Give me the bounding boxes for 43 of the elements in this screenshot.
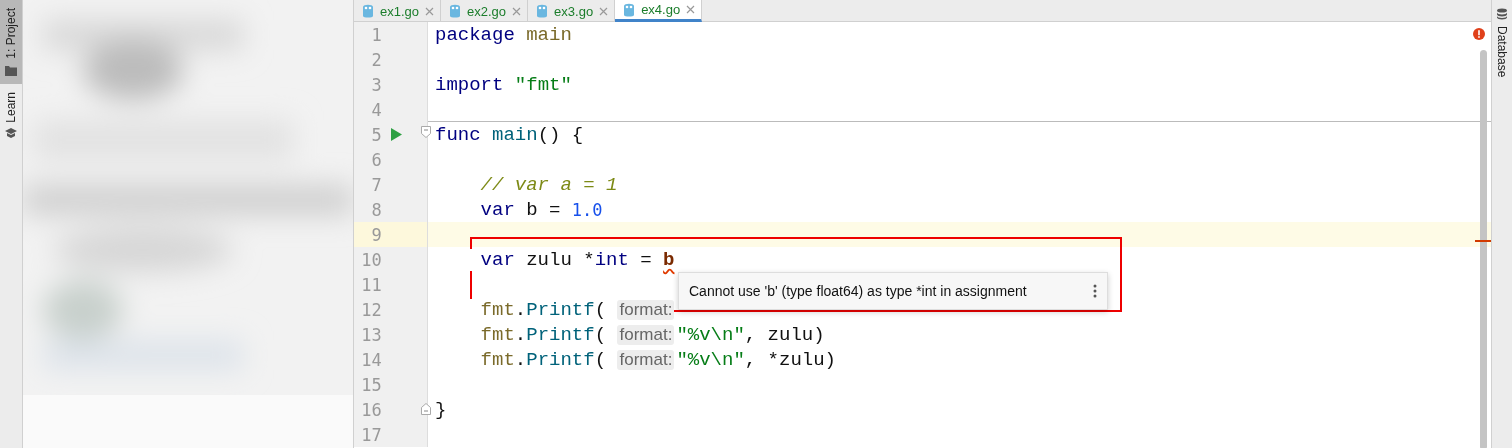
editor-tab[interactable]: ex2.go [441, 0, 529, 22]
error-message: Cannot use 'b' (type float64) as type *int in assignment [689, 283, 1027, 299]
line-number: 6 [370, 149, 382, 170]
line-number: 15 [360, 374, 382, 395]
line-number: 2 [370, 49, 382, 70]
line-number: 12 [360, 299, 382, 320]
line-number: 7 [370, 174, 382, 195]
line-number: 9 [370, 224, 382, 245]
line-number: 3 [370, 74, 382, 95]
more-icon[interactable] [1093, 284, 1097, 298]
database-icon [1496, 8, 1508, 20]
close-icon[interactable] [686, 5, 696, 14]
editor-tab[interactable]: ex4.go [615, 0, 703, 22]
fold-icon[interactable] [420, 126, 431, 138]
line-number: 8 [370, 199, 382, 220]
line-number: 17 [360, 424, 382, 445]
close-icon[interactable] [425, 6, 435, 16]
parameter-hint: format: [617, 324, 675, 345]
line-number: 5 [370, 124, 382, 145]
scrollbar-thumb[interactable] [1480, 50, 1487, 448]
gopher-icon [623, 2, 636, 17]
tool-window-button[interactable]: Learn [0, 83, 22, 148]
folder-icon [5, 64, 17, 76]
line-number: 4 [370, 99, 382, 120]
parameter-hint: format: [617, 349, 675, 370]
line-number: 13 [360, 324, 382, 345]
gopher-icon [449, 4, 462, 18]
close-icon[interactable] [512, 6, 522, 16]
close-icon[interactable] [599, 6, 609, 16]
fold-icon[interactable] [420, 403, 431, 415]
parameter-hint: format: [617, 299, 675, 320]
line-number: 16 [360, 399, 382, 420]
gopher-icon [362, 4, 374, 18]
line-number: 10 [360, 249, 382, 270]
tool-window-button[interactable]: Database [1492, 0, 1512, 86]
graduation-cap-icon [5, 128, 17, 140]
run-icon[interactable] [390, 128, 402, 141]
line-number: 1 [370, 24, 382, 45]
line-number: 14 [360, 349, 382, 370]
line-number: 11 [360, 274, 382, 295]
gopher-icon [536, 4, 549, 18]
error-icon[interactable] [1473, 28, 1485, 40]
tool-window-button[interactable]: 1: Project [0, 0, 22, 84]
